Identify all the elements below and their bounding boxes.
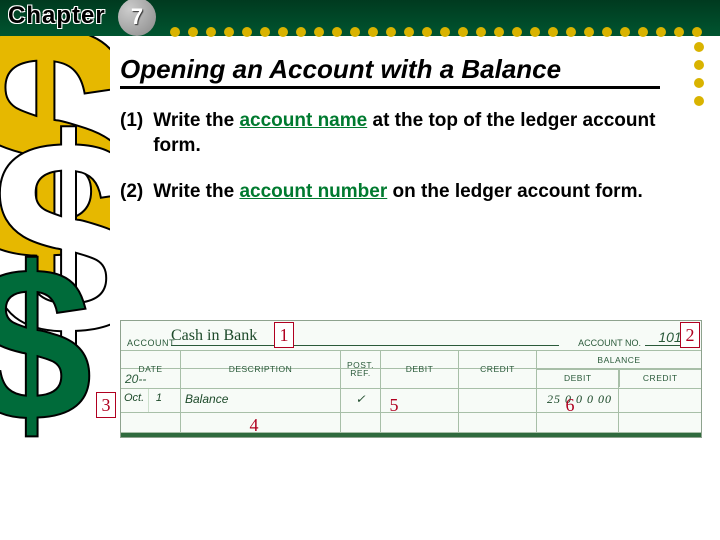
entry-credit — [459, 389, 537, 412]
callout-3: 3 — [96, 392, 116, 418]
entry-day: 1 — [149, 389, 165, 412]
ledger-bottom-strip — [121, 433, 701, 437]
step-item: (2) Write the account number on the ledg… — [120, 180, 660, 205]
sidebar-dollar-art: $ $ $ — [0, 36, 110, 540]
account-label: ACCOUNT — [121, 338, 171, 348]
dot-row-decoration — [170, 27, 702, 37]
content-area: Opening an Account with a Balance (1) Wr… — [120, 55, 680, 227]
callout-4: 4 — [244, 412, 264, 438]
chapter-label: Chapter — [8, 2, 106, 30]
ledger-year-row: 20-- — [121, 369, 701, 389]
callout-5: 5 — [384, 392, 404, 418]
ledger-year: 20-- — [121, 369, 181, 388]
page-title: Opening an Account with a Balance — [120, 55, 660, 89]
dollar-icon: $ — [0, 256, 92, 432]
ledger-illustration: 1 2 3 4 5 6 ACCOUNT Cash in Bank ACCOUNT… — [120, 320, 702, 438]
callout-1: 1 — [274, 322, 294, 348]
step-text: Write the account name at the top of the… — [153, 109, 660, 158]
ledger-form: ACCOUNT Cash in Bank ACCOUNT NO. 101 DAT… — [120, 320, 702, 438]
step-text: Write the account number on the ledger a… — [153, 180, 660, 205]
step-item: (1) Write the account name at the top of… — [120, 109, 660, 158]
ledger-entry-row: Oct. 1 Balance ✓ 25 0 0 0 00 — [121, 389, 701, 413]
ledger-blank-row — [121, 413, 701, 433]
ledger-header-row: DATE DESCRIPTION POST. REF. DEBIT CREDIT… — [121, 351, 701, 369]
account-no-label: ACCOUNT NO. — [567, 338, 645, 348]
entry-description: Balance — [181, 389, 341, 412]
entry-post-ref: ✓ — [341, 389, 381, 412]
chapter-number-disc: 7 — [118, 0, 156, 36]
entry-month: Oct. — [121, 389, 149, 412]
entry-balance-credit — [619, 389, 701, 412]
header-balance: BALANCE — [537, 351, 701, 370]
step-number: (1) — [120, 109, 143, 158]
entry-date: Oct. 1 — [121, 389, 181, 412]
chapter-number: 7 — [131, 4, 143, 30]
step-keyword: account number — [239, 181, 387, 202]
account-name-value: Cash in Bank — [171, 327, 559, 346]
step-number: (2) — [120, 180, 143, 205]
callout-6: 6 — [560, 392, 580, 418]
ledger-account-row: ACCOUNT Cash in Bank ACCOUNT NO. 101 — [121, 321, 701, 351]
dot-col-decoration — [694, 42, 704, 106]
step-keyword: account name — [239, 110, 367, 131]
callout-2: 2 — [680, 322, 700, 348]
